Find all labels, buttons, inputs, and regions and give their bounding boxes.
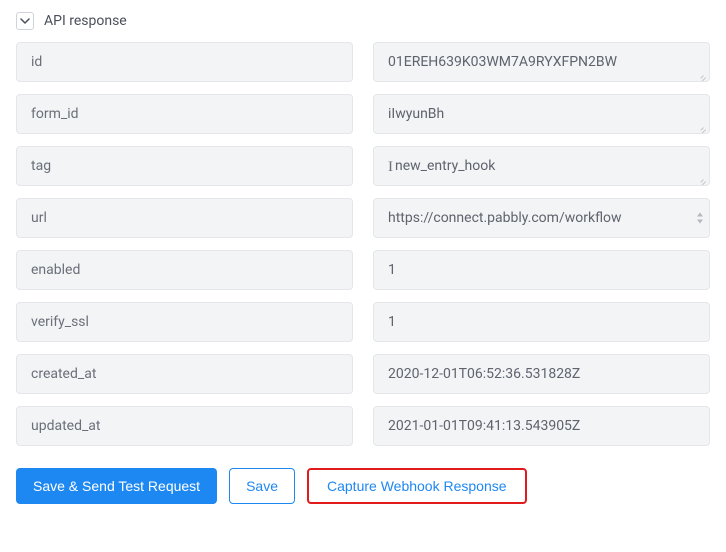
field-value[interactable]: 1 — [373, 250, 710, 290]
collapse-toggle[interactable] — [16, 12, 34, 30]
field-key[interactable]: form_id — [16, 94, 353, 134]
field-row: verify_ssl 1 — [16, 302, 710, 342]
field-value[interactable]: Inew_entry_hook — [373, 146, 710, 186]
field-key[interactable]: tag — [16, 146, 353, 186]
text-cursor-icon: I — [388, 159, 393, 176]
resize-handle-icon — [696, 120, 706, 130]
field-key[interactable]: updated_at — [16, 406, 353, 446]
section-title: API response — [44, 13, 127, 29]
field-value-text: 2020-12-01T06:52:36.531828Z — [388, 366, 580, 382]
field-row: enabled 1 — [16, 250, 710, 290]
field-value[interactable]: 01EREH639K03WM7A9RYXFPN2BW — [373, 42, 710, 82]
field-value-text: 1 — [388, 314, 396, 330]
save-send-test-button[interactable]: Save & Send Test Request — [16, 468, 217, 504]
field-row: id 01EREH639K03WM7A9RYXFPN2BW — [16, 42, 710, 82]
field-value-text: 01EREH639K03WM7A9RYXFPN2BW — [388, 54, 617, 70]
field-value[interactable]: 2020-12-01T06:52:36.531828Z — [373, 354, 710, 394]
field-value[interactable]: iIwyunBh — [373, 94, 710, 134]
resize-handle-icon — [696, 68, 706, 78]
field-row: tag Inew_entry_hook — [16, 146, 710, 186]
scroll-indicator-icon — [697, 213, 703, 224]
field-row: updated_at 2021-01-01T09:41:13.543905Z — [16, 406, 710, 446]
field-value-text: https://connect.pabbly.com/workflow — [388, 210, 622, 226]
field-value-text: 1 — [388, 262, 396, 278]
resize-handle-icon — [696, 172, 706, 182]
field-key[interactable]: enabled — [16, 250, 353, 290]
field-key[interactable]: url — [16, 198, 353, 238]
capture-webhook-button[interactable]: Capture Webhook Response — [307, 468, 527, 504]
field-value[interactable]: 1 — [373, 302, 710, 342]
field-key[interactable]: created_at — [16, 354, 353, 394]
save-button[interactable]: Save — [229, 468, 295, 504]
field-row: url https://connect.pabbly.com/workflow — [16, 198, 710, 238]
chevron-down-icon — [20, 16, 30, 26]
field-key[interactable]: verify_ssl — [16, 302, 353, 342]
field-value[interactable]: 2021-01-01T09:41:13.543905Z — [373, 406, 710, 446]
field-value-text: iIwyunBh — [388, 106, 444, 122]
field-value-text: 2021-01-01T09:41:13.543905Z — [388, 418, 580, 434]
field-value-text: new_entry_hook — [395, 158, 495, 174]
field-value[interactable]: https://connect.pabbly.com/workflow — [373, 198, 710, 238]
field-row: form_id iIwyunBh — [16, 94, 710, 134]
field-row: created_at 2020-12-01T06:52:36.531828Z — [16, 354, 710, 394]
field-key[interactable]: id — [16, 42, 353, 82]
